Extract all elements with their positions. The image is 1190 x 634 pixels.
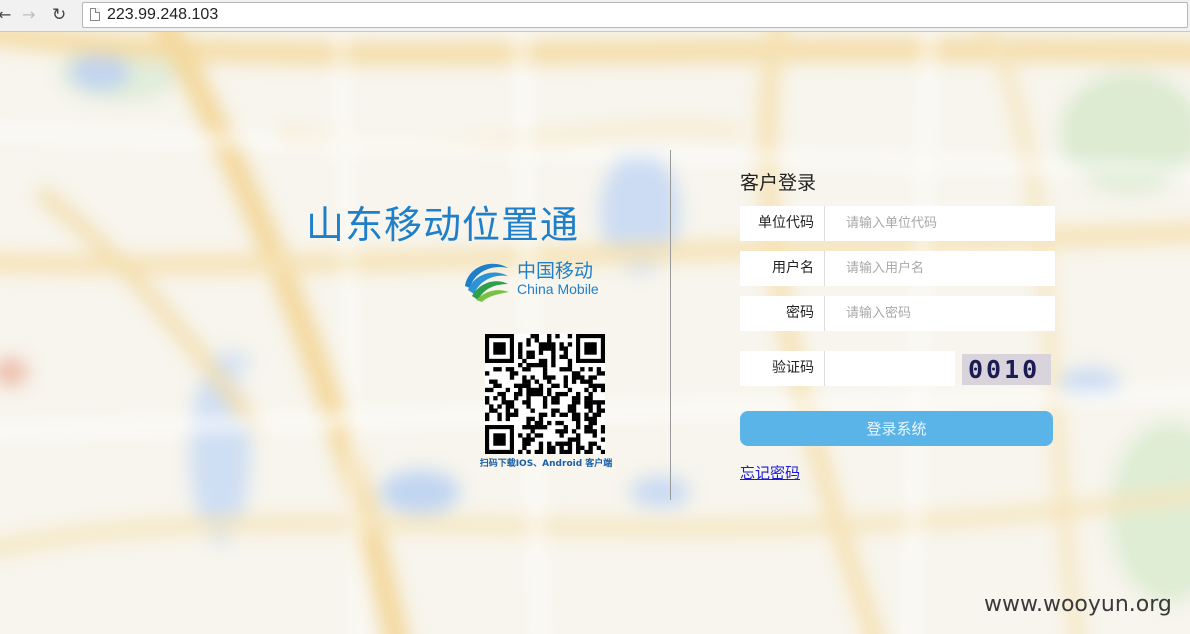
qr-code-icon: [485, 334, 605, 454]
vertical-divider: [670, 150, 671, 500]
password-row: 密码: [740, 296, 1055, 331]
captcha-row: 验证码: [740, 351, 955, 386]
address-bar-url[interactable]: 223.99.248.103: [107, 6, 218, 24]
login-title: 客户登录: [740, 172, 817, 194]
browser-toolbar: ← → ↻ 223.99.248.103: [0, 0, 1190, 32]
reload-icon[interactable]: ↻: [52, 6, 66, 24]
china-mobile-logo-cn: 中国移动: [517, 260, 594, 282]
forward-arrow-icon[interactable]: →: [22, 6, 35, 24]
china-mobile-logo-en: China Mobile: [517, 281, 599, 297]
map-overlay: [0, 32, 1190, 634]
site-title: 山东移动位置通: [306, 203, 580, 247]
unit-code-input[interactable]: [826, 206, 1055, 241]
forgot-password-link[interactable]: 忘记密码: [740, 462, 800, 483]
unit-code-label: 单位代码: [740, 206, 825, 241]
username-row: 用户名: [740, 251, 1055, 286]
china-mobile-logo-icon: [465, 263, 509, 302]
page-icon: [90, 8, 100, 21]
captcha-image[interactable]: 0010: [962, 354, 1051, 385]
captcha-text: 0010: [968, 355, 1041, 384]
login-button[interactable]: 登录系统: [740, 411, 1053, 446]
watermark: www.wooyun.org: [984, 592, 1172, 617]
back-arrow-icon[interactable]: ←: [0, 6, 11, 24]
captcha-label: 验证码: [740, 351, 825, 386]
unit-code-row: 单位代码: [740, 206, 1055, 241]
username-input[interactable]: [826, 251, 1055, 286]
username-label: 用户名: [740, 251, 825, 286]
password-label: 密码: [740, 296, 825, 331]
qr-caption: 扫码下载IOS、Android 客户端: [479, 459, 613, 469]
address-bar[interactable]: 223.99.248.103: [82, 2, 1188, 28]
password-input[interactable]: [826, 296, 1055, 331]
background-map: [0, 32, 1190, 634]
captcha-input[interactable]: [826, 351, 955, 386]
